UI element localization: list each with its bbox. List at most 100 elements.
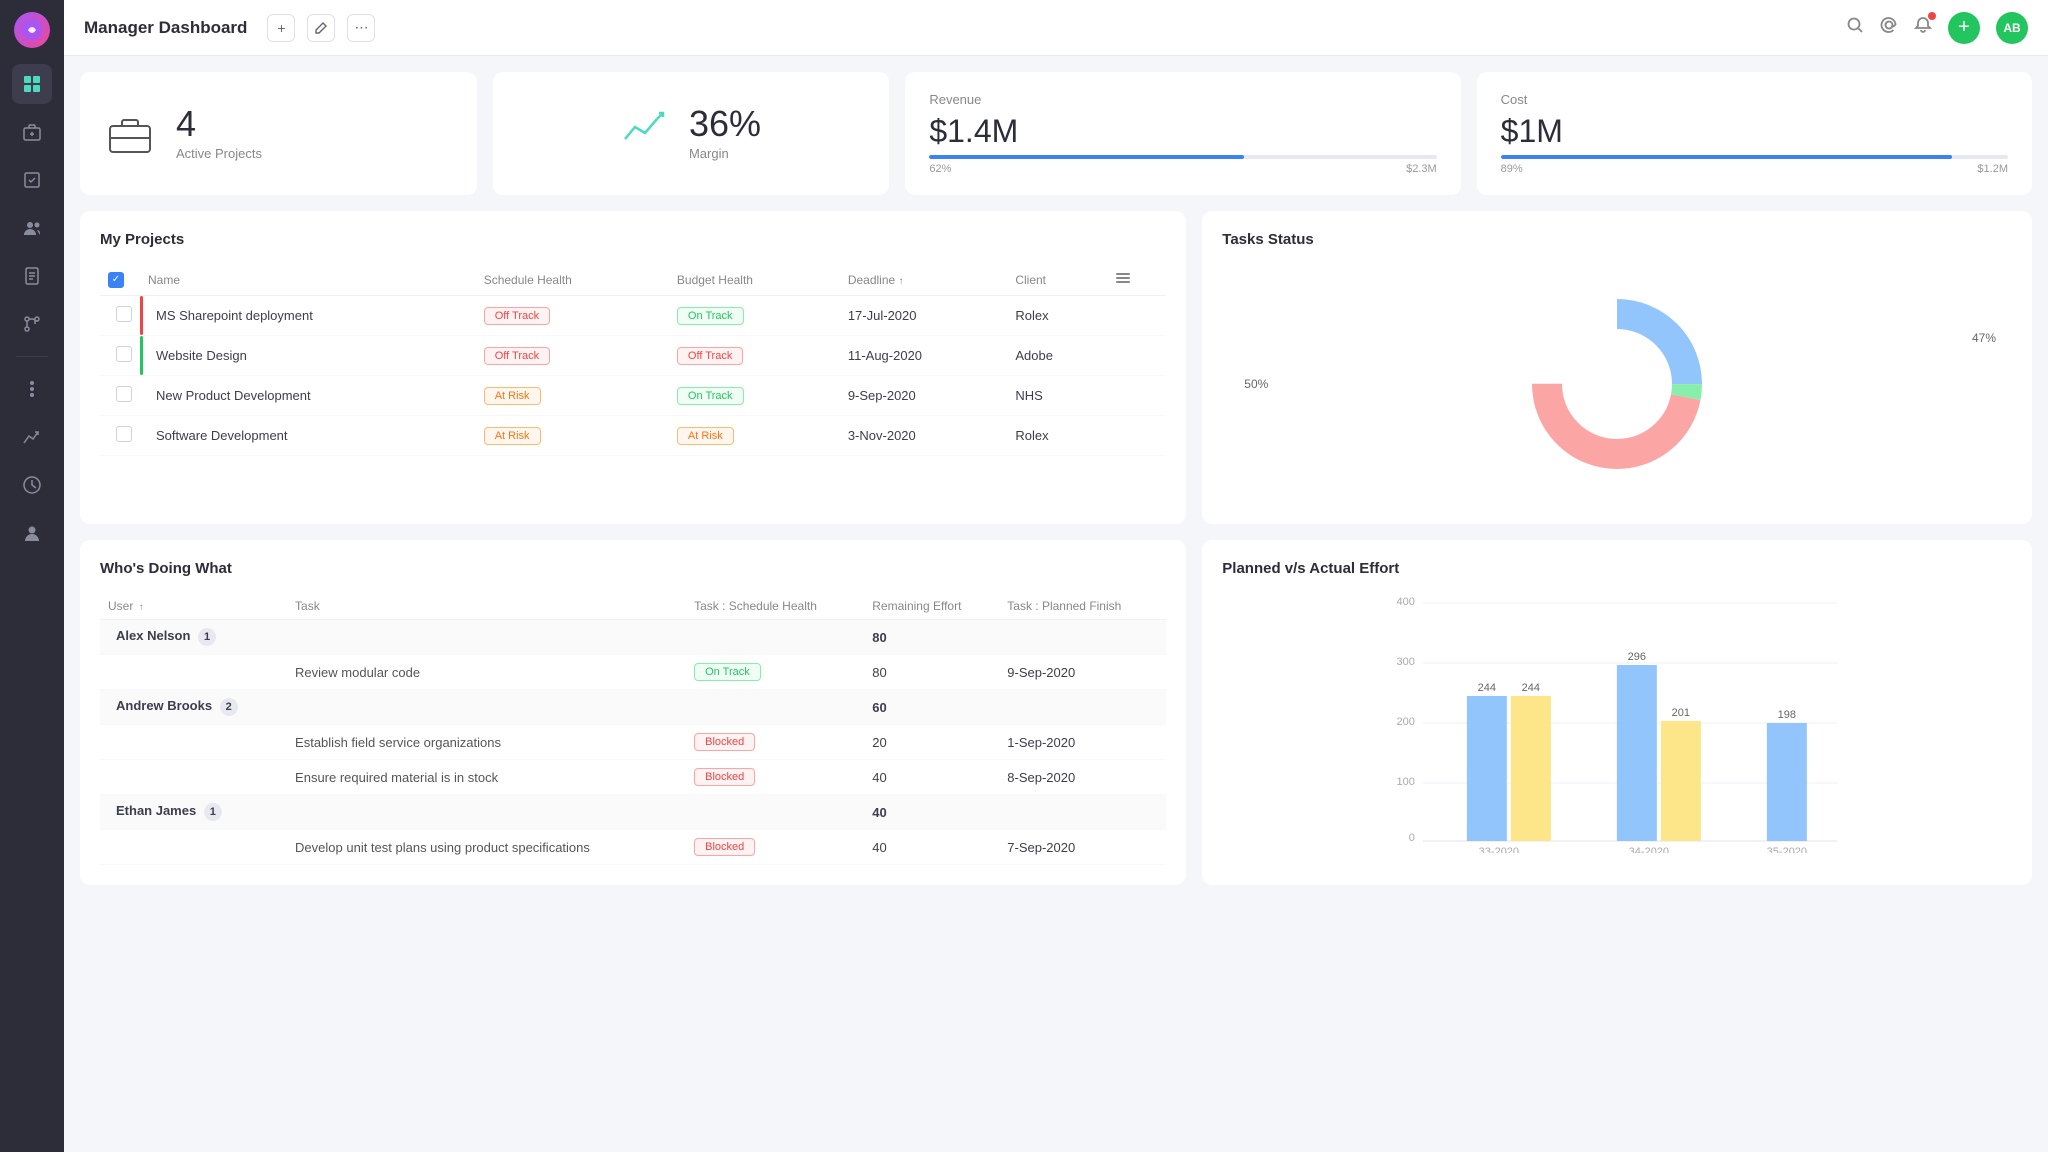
sidebar-item-time[interactable] [12,465,52,505]
wdw-user-row: Alex Nelson 1 80 [100,620,1166,655]
project-name: MS Sharepoint deployment [156,308,313,323]
col-client: Client [1007,264,1107,296]
revenue-progress [929,155,1244,159]
app-logo[interactable] [14,12,50,48]
schedule-badge: At Risk [484,387,541,405]
notification-icon[interactable] [1914,16,1932,39]
wdw-task-row: Establish field service organizations Bl… [100,725,1166,760]
sidebar-item-analytics[interactable] [12,417,52,457]
bar-34-planned [1617,665,1657,841]
donut-label-50: 50% [1244,377,1268,391]
col-actions [1107,264,1166,296]
deadline: 11-Aug-2020 [840,336,1008,376]
panel-row-1: My Projects ✓ Name Schedule Health Budge… [80,211,2032,524]
margin-card: 36% Margin [493,72,890,195]
edit-button[interactable] [307,14,335,42]
user-total-effort: 80 [864,620,999,655]
svg-text:33-2020: 33-2020 [1479,846,1519,853]
sidebar-item-git[interactable] [12,304,52,344]
remaining-effort: 40 [864,830,999,865]
select-all-checkbox[interactable]: ✓ [108,272,124,288]
client: Adobe [1007,336,1107,376]
wdw-col-task: Task [287,593,686,620]
main-area: Manager Dashboard + ⋯ [64,0,2048,1152]
sidebar-item-documents[interactable] [12,256,52,296]
bar-34-actual [1661,721,1701,841]
bar-33-actual [1511,696,1551,841]
remaining-effort: 80 [864,655,999,690]
wdw-title: Who's Doing What [100,560,1166,577]
svg-text:201: 201 [1672,707,1690,719]
more-button[interactable]: ⋯ [347,14,375,42]
task-schedule-badge: Blocked [694,768,755,786]
sidebar-item-dashboard[interactable] [12,64,52,104]
bar-35-planned [1767,723,1807,841]
row-checkbox[interactable] [116,426,132,442]
create-button[interactable]: + [1948,12,1980,44]
col-budget: Budget Health [669,264,840,296]
user-total-effort: 60 [864,690,999,725]
wdw-card: Who's Doing What User ↑ Task Task : Sche… [80,540,1186,885]
task-schedule-badge: Blocked [694,733,755,751]
margin-chart-icon [621,111,665,156]
wdw-task-row: Review modular code On Track 80 9-Sep-20… [100,655,1166,690]
sidebar-item-team[interactable] [12,208,52,248]
sidebar-item-more[interactable] [12,369,52,409]
client: Rolex [1007,296,1107,336]
table-row: New Product Development At Risk On Track… [100,376,1166,416]
wdw-user-row: Andrew Brooks 2 60 [100,690,1166,725]
task-schedule-badge: Blocked [694,838,755,856]
deadline: 3-Nov-2020 [840,416,1008,456]
sidebar-item-profile[interactable] [12,513,52,553]
schedule-badge: At Risk [484,427,541,445]
planned-finish: 7-Sep-2020 [999,830,1166,865]
svg-text:296: 296 [1628,651,1646,663]
wdw-task-row: Develop unit test plans using product sp… [100,830,1166,865]
mention-icon[interactable] [1880,16,1898,39]
planned-finish: 8-Sep-2020 [999,760,1166,795]
user-name: Andrew Brooks 2 [100,690,287,725]
active-projects-label: Active Projects [176,146,262,161]
svg-text:400: 400 [1397,596,1415,608]
user-task-count: 1 [198,628,216,646]
wdw-task-row: Ensure required material is in stock Blo… [100,760,1166,795]
project-name: Website Design [156,348,247,363]
user-task-count: 1 [204,803,222,821]
table-row: MS Sharepoint deployment Off Track On Tr… [100,296,1166,336]
svg-text:300: 300 [1397,656,1415,668]
row-checkbox[interactable] [116,306,132,322]
col-name: Name [140,264,476,296]
cost-max: $1.2M [1977,163,2008,175]
task-name: Develop unit test plans using product sp… [287,830,686,865]
add-tab-button[interactable]: + [267,14,295,42]
revenue-max: $2.3M [1406,163,1437,175]
row-checkbox[interactable] [116,386,132,402]
deadline: 17-Jul-2020 [840,296,1008,336]
sort-icon: ↑ [899,276,904,287]
revenue-label: Revenue [929,92,981,107]
user-name: Alex Nelson 1 [100,620,287,655]
row-checkbox[interactable] [116,346,132,362]
sidebar-item-projects[interactable] [12,112,52,152]
projects-title: My Projects [100,231,1166,248]
col-deadline: Deadline ↑ [840,264,1008,296]
effort-card: Planned v/s Actual Effort 400 300 200 10… [1202,540,2032,885]
client: NHS [1007,376,1107,416]
user-task-count: 2 [220,698,238,716]
search-icon[interactable] [1846,16,1864,39]
sidebar-item-tasks[interactable] [12,160,52,200]
user-total-effort: 40 [864,795,999,830]
user-avatar[interactable]: AB [1996,12,2028,44]
svg-text:100: 100 [1397,776,1415,788]
cost-percent: 89% [1501,163,1523,175]
project-name: Software Development [156,428,288,443]
svg-text:35-2020: 35-2020 [1767,846,1807,853]
panel-row-2: Who's Doing What User ↑ Task Task : Sche… [80,540,2032,885]
effort-chart-container: 400 300 200 100 0 [1222,593,2012,853]
task-name: Review modular code [287,655,686,690]
planned-finish: 9-Sep-2020 [999,655,1166,690]
cost-amount: $1M [1501,115,1563,147]
donut-chart: 50% 47% [1222,264,2012,504]
content-area: 4 Active Projects 36% Margin [64,56,2048,1152]
donut-svg [1517,284,1717,484]
